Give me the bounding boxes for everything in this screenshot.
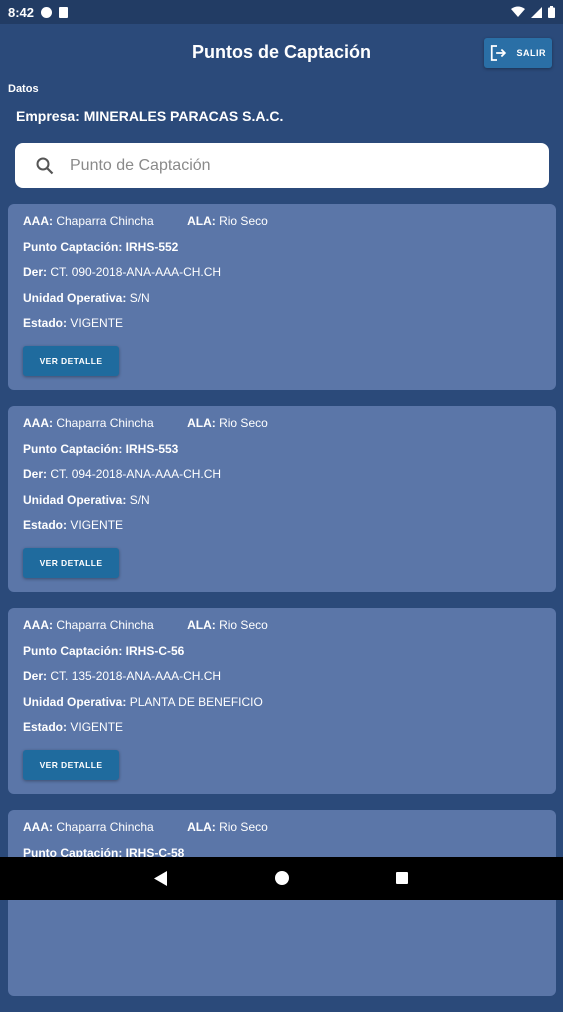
card-row-punto: Punto Captación: IRHS-C-56 bbox=[23, 644, 541, 670]
ala-label: ALA: bbox=[187, 820, 216, 834]
card-row-estado: Estado: VIGENTE bbox=[23, 720, 541, 746]
card-row-aaa-ala: AAA: Chaparra Chincha ALA: Rio Seco bbox=[23, 618, 541, 644]
card-row-unidad: Unidad Operativa: S/N bbox=[23, 291, 541, 317]
card-row-estado: Estado: VIGENTE bbox=[23, 316, 541, 342]
ala-value: Rio Seco bbox=[219, 416, 268, 430]
point-card: AAA: Chaparra Chincha ALA: Rio Seco Punt… bbox=[8, 406, 556, 592]
search-icon bbox=[36, 157, 54, 174]
signal-icon bbox=[531, 6, 542, 18]
point-card: AAA: Chaparra Chincha ALA: Rio Seco Punt… bbox=[8, 204, 556, 390]
der-label: Der: bbox=[23, 467, 48, 481]
ala-value: Rio Seco bbox=[219, 820, 268, 834]
punto-label: Punto Captación: bbox=[23, 441, 123, 456]
unidad-value: S/N bbox=[129, 290, 150, 305]
der-value: CT. 135-2018-ANA-AAA-CH.CH bbox=[50, 669, 222, 683]
punto-value: IRHS-553 bbox=[125, 441, 179, 456]
ver-detalle-button[interactable]: VER DETALLE bbox=[23, 346, 119, 376]
card-row-aaa-ala: AAA: Chaparra Chincha ALA: Rio Seco bbox=[23, 820, 541, 846]
aaa-value: Chaparra Chincha bbox=[56, 820, 154, 834]
aaa-label: AAA: bbox=[23, 618, 53, 632]
estado-label: Estado: bbox=[23, 720, 68, 734]
unidad-label: Unidad Operativa: bbox=[23, 492, 127, 507]
recent-apps-icon[interactable] bbox=[396, 872, 408, 884]
unidad-value: PLANTA DE BENEFICIO bbox=[129, 694, 263, 709]
wifi-icon bbox=[511, 6, 525, 17]
unidad-value: S/N bbox=[129, 492, 150, 507]
estado-label: Estado: bbox=[23, 316, 68, 330]
card-row-aaa-ala: AAA: Chaparra Chincha ALA: Rio Seco bbox=[23, 214, 541, 240]
punto-value: IRHS-C-56 bbox=[125, 643, 185, 658]
estado-value: VIGENTE bbox=[70, 720, 124, 734]
card-row-estado: Estado: VIGENTE bbox=[23, 518, 541, 544]
card-row-der: Der: CT. 090-2018-ANA-AAA-CH.CH bbox=[23, 265, 541, 291]
app-bar: Puntos de Captación SALIR bbox=[0, 24, 563, 80]
aaa-value: Chaparra Chincha bbox=[56, 416, 154, 430]
card-row-aaa-ala: AAA: Chaparra Chincha ALA: Rio Seco bbox=[23, 416, 541, 442]
empresa-value: MINERALES PARACAS S.A.C. bbox=[83, 108, 284, 124]
card-row-unidad: Unidad Operativa: S/N bbox=[23, 493, 541, 519]
ala-label: ALA: bbox=[187, 214, 216, 228]
der-label: Der: bbox=[23, 669, 48, 683]
card-row-punto: Punto Captación: IRHS-553 bbox=[23, 442, 541, 468]
sync-icon bbox=[41, 6, 53, 18]
ala-label: ALA: bbox=[187, 416, 216, 430]
ver-detalle-button[interactable]: VER DETALLE bbox=[23, 750, 119, 780]
navigation-bar bbox=[0, 857, 563, 900]
aaa-value: Chaparra Chincha bbox=[56, 618, 154, 632]
battery-icon bbox=[548, 6, 555, 18]
estado-value: VIGENTE bbox=[70, 316, 124, 330]
punto-label: Punto Captación: bbox=[23, 239, 123, 254]
unidad-label: Unidad Operativa: bbox=[23, 290, 127, 305]
empresa-label: Empresa: bbox=[16, 108, 80, 124]
point-card: AAA: Chaparra Chincha ALA: Rio Seco Punt… bbox=[8, 608, 556, 794]
sim-card-icon bbox=[59, 6, 69, 18]
card-row-der: Der: CT. 135-2018-ANA-AAA-CH.CH bbox=[23, 669, 541, 695]
logout-icon bbox=[490, 45, 507, 61]
status-time: 8:42 bbox=[8, 4, 35, 20]
card-row-unidad: Unidad Operativa: PLANTA DE BENEFICIO bbox=[23, 695, 541, 721]
aaa-label: AAA: bbox=[23, 416, 53, 430]
estado-value: VIGENTE bbox=[70, 518, 124, 532]
aaa-label: AAA: bbox=[23, 820, 53, 834]
ver-detalle-button[interactable]: VER DETALLE bbox=[23, 548, 119, 578]
unidad-label: Unidad Operativa: bbox=[23, 694, 127, 709]
aaa-label: AAA: bbox=[23, 214, 53, 228]
ala-value: Rio Seco bbox=[219, 214, 268, 228]
search-bar bbox=[15, 143, 549, 188]
page-title: Puntos de Captación bbox=[191, 42, 371, 62]
der-value: CT. 094-2018-ANA-AAA-CH.CH bbox=[50, 467, 222, 481]
aaa-value: Chaparra Chincha bbox=[56, 214, 154, 228]
card-row-der: Der: CT. 094-2018-ANA-AAA-CH.CH bbox=[23, 467, 541, 493]
logout-button[interactable]: SALIR bbox=[484, 38, 552, 68]
point-card: AAA: Chaparra Chincha ALA: Rio Seco Punt… bbox=[8, 810, 556, 996]
status-bar: 8:42 bbox=[0, 0, 563, 24]
search-input[interactable] bbox=[68, 155, 512, 176]
home-icon[interactable] bbox=[275, 871, 289, 885]
punto-label: Punto Captación: bbox=[23, 643, 123, 658]
der-value: CT. 090-2018-ANA-AAA-CH.CH bbox=[50, 265, 222, 279]
ala-value: Rio Seco bbox=[219, 618, 268, 632]
punto-value: IRHS-552 bbox=[125, 239, 179, 254]
datos-section-label: Datos bbox=[8, 83, 39, 95]
ala-label: ALA: bbox=[187, 618, 216, 632]
logout-label: SALIR bbox=[516, 48, 546, 58]
back-icon[interactable] bbox=[154, 871, 167, 886]
card-row-punto: Punto Captación: IRHS-552 bbox=[23, 240, 541, 266]
der-label: Der: bbox=[23, 265, 48, 279]
empresa-info: Empresa: MINERALES PARACAS S.A.C. bbox=[16, 108, 283, 124]
estado-label: Estado: bbox=[23, 518, 68, 532]
